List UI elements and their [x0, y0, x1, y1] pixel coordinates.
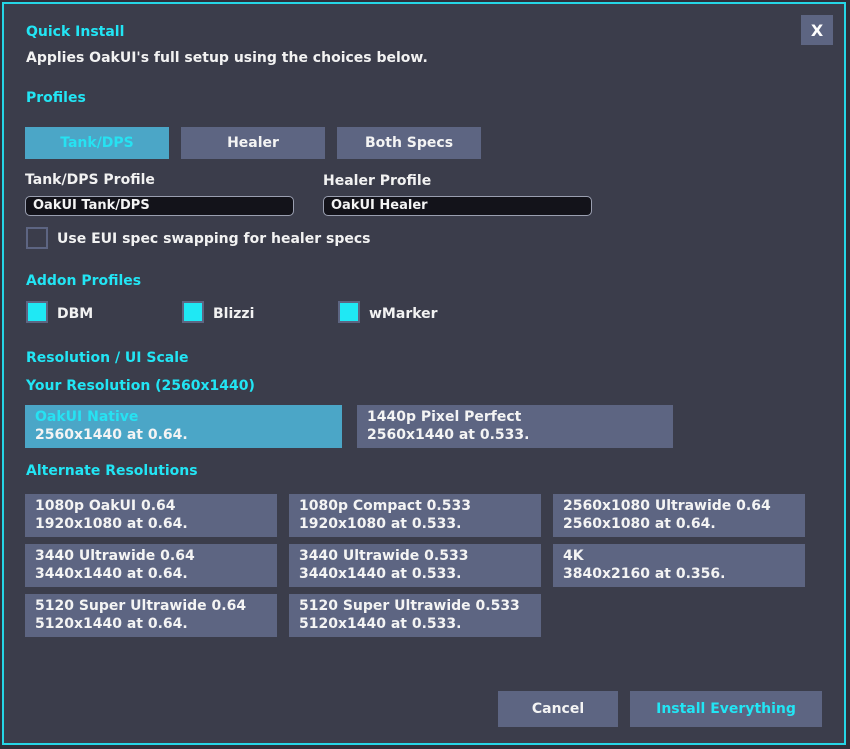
- alt-resolution-detail: 3440x1440 at 0.533.: [299, 566, 462, 582]
- alt-resolution-3440-ultrawide-0533[interactable]: 3440 Ultrawide 0.533 3440x1440 at 0.533.: [289, 544, 541, 587]
- alt-resolution-title: 5120 Super Ultrawide 0.533: [299, 598, 520, 614]
- resolution-heading: Resolution / UI Scale: [26, 350, 189, 366]
- resolution-option-title: OakUI Native: [35, 409, 139, 425]
- alt-resolution-5120-super-ultrawide-0533[interactable]: 5120 Super Ultrawide 0.533 5120x1440 at …: [289, 594, 541, 637]
- close-button[interactable]: X: [801, 15, 833, 45]
- alt-resolution-1080p-compact[interactable]: 1080p Compact 0.533 1920x1080 at 0.533.: [289, 494, 541, 537]
- eui-spec-swap-label: Use EUI spec swapping for healer specs: [57, 231, 371, 247]
- resolution-option-oakui-native[interactable]: OakUI Native 2560x1440 at 0.64.: [25, 405, 342, 448]
- alt-resolution-detail: 1920x1080 at 0.64.: [35, 516, 188, 532]
- alt-resolution-detail: 5120x1440 at 0.64.: [35, 616, 188, 632]
- dialog-title: Quick Install: [26, 24, 125, 40]
- wmarker-label: wMarker: [369, 306, 438, 322]
- quick-install-dialog: Quick Install Applies OakUI's full setup…: [2, 2, 846, 745]
- tank-profile-input[interactable]: OakUI Tank/DPS: [25, 196, 294, 216]
- eui-spec-swap-checkbox[interactable]: [26, 227, 48, 249]
- alt-resolution-title: 3440 Ultrawide 0.533: [299, 548, 469, 564]
- tank-profile-label: Tank/DPS Profile: [25, 172, 155, 188]
- alt-resolution-title: 5120 Super Ultrawide 0.64: [35, 598, 247, 614]
- alt-resolution-title: 1080p OakUI 0.64: [35, 498, 176, 514]
- cancel-button[interactable]: Cancel: [498, 691, 618, 727]
- dbm-checkbox[interactable]: [26, 301, 48, 323]
- alt-resolution-2560x1080-ultrawide[interactable]: 2560x1080 Ultrawide 0.64 2560x1080 at 0.…: [553, 494, 805, 537]
- dialog-description: Applies OakUI's full setup using the cho…: [26, 50, 428, 66]
- alt-resolution-title: 4K: [563, 548, 584, 564]
- healer-spec-button[interactable]: Healer: [181, 127, 325, 159]
- resolution-option-detail: 2560x1440 at 0.533.: [367, 427, 530, 443]
- resolution-option-title: 1440p Pixel Perfect: [367, 409, 522, 425]
- alt-resolution-5120-super-ultrawide-064[interactable]: 5120 Super Ultrawide 0.64 5120x1440 at 0…: [25, 594, 277, 637]
- alt-resolution-detail: 3440x1440 at 0.64.: [35, 566, 188, 582]
- blizzi-label: Blizzi: [213, 306, 255, 322]
- alt-resolution-detail: 2560x1080 at 0.64.: [563, 516, 716, 532]
- install-everything-button[interactable]: Install Everything: [630, 691, 822, 727]
- alt-resolution-title: 1080p Compact 0.533: [299, 498, 471, 514]
- tank-dps-spec-button[interactable]: Tank/DPS: [25, 127, 169, 159]
- both-specs-button[interactable]: Both Specs: [337, 127, 481, 159]
- alternate-resolutions-heading: Alternate Resolutions: [26, 463, 198, 479]
- profiles-heading: Profiles: [26, 90, 86, 106]
- your-resolution-heading: Your Resolution (2560x1440): [26, 378, 255, 394]
- alt-resolution-title: 3440 Ultrawide 0.64: [35, 548, 195, 564]
- addon-profiles-heading: Addon Profiles: [26, 273, 142, 289]
- resolution-option-detail: 2560x1440 at 0.64.: [35, 427, 188, 443]
- healer-profile-input[interactable]: OakUI Healer: [323, 196, 592, 216]
- alt-resolution-detail: 5120x1440 at 0.533.: [299, 616, 462, 632]
- wmarker-checkbox[interactable]: [338, 301, 360, 323]
- alt-resolution-3440-ultrawide-064[interactable]: 3440 Ultrawide 0.64 3440x1440 at 0.64.: [25, 544, 277, 587]
- resolution-option-1440p-pixel-perfect[interactable]: 1440p Pixel Perfect 2560x1440 at 0.533.: [357, 405, 673, 448]
- alt-resolution-detail: 3840x2160 at 0.356.: [563, 566, 726, 582]
- healer-profile-label: Healer Profile: [323, 173, 432, 189]
- alt-resolution-4k[interactable]: 4K 3840x2160 at 0.356.: [553, 544, 805, 587]
- blizzi-checkbox[interactable]: [182, 301, 204, 323]
- alt-resolution-1080p-oakui[interactable]: 1080p OakUI 0.64 1920x1080 at 0.64.: [25, 494, 277, 537]
- alt-resolution-detail: 1920x1080 at 0.533.: [299, 516, 462, 532]
- dbm-label: DBM: [57, 306, 94, 322]
- alt-resolution-title: 2560x1080 Ultrawide 0.64: [563, 498, 771, 514]
